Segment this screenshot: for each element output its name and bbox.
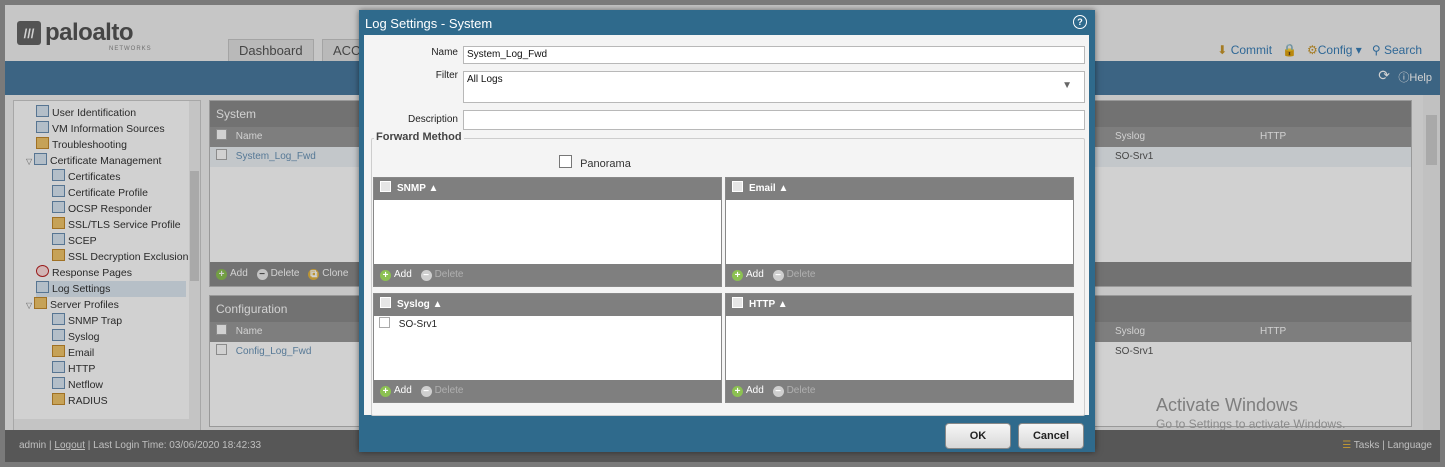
chevron-down-icon[interactable]: ▼ <box>1062 78 1072 94</box>
filter-value: All Logs <box>467 74 503 85</box>
snmp-grid: SNMP ▲ + Add − Delete <box>373 177 722 287</box>
add-button[interactable]: + Add <box>374 385 412 397</box>
delete-icon: − <box>772 270 784 281</box>
delete-icon: − <box>420 386 432 397</box>
delete-button: − Delete <box>767 385 815 397</box>
syslog-grid-toolbar: + Add − Delete <box>374 380 721 402</box>
name-field[interactable]: System_Log_Fwd <box>463 46 1085 64</box>
select-all-checkbox[interactable] <box>732 181 743 192</box>
email-grid: Email ▲ + Add − Delete <box>725 177 1074 287</box>
add-icon: + <box>380 386 391 397</box>
add-icon: + <box>380 270 391 281</box>
add-button[interactable]: + Add <box>726 269 764 281</box>
add-button[interactable]: + Add <box>374 269 412 281</box>
cancel-button[interactable]: Cancel <box>1018 423 1084 449</box>
panorama-checkbox[interactable] <box>559 155 572 168</box>
sort-asc-icon[interactable]: ▲ <box>429 183 439 194</box>
ok-button[interactable]: OK <box>945 423 1011 449</box>
email-grid-header: Email ▲ <box>726 178 1073 200</box>
snmp-grid-toolbar: + Add − Delete <box>374 264 721 286</box>
syslog-grid: Syslog ▲ SO-Srv1 + Add − Delete <box>373 293 722 403</box>
forward-method-legend: Forward Method <box>374 131 464 143</box>
select-all-checkbox[interactable] <box>380 297 391 308</box>
description-label: Description <box>407 114 458 125</box>
row-checkbox[interactable] <box>379 317 390 328</box>
http-grid-header: HTTP ▲ <box>726 294 1073 316</box>
snmp-grid-header: SNMP ▲ <box>374 178 721 200</box>
help-icon[interactable]: ? <box>1073 15 1087 29</box>
http-grid-toolbar: + Add − Delete <box>726 380 1073 402</box>
sort-asc-icon[interactable]: ▲ <box>433 299 443 310</box>
name-label: Name <box>431 47 458 58</box>
add-button[interactable]: + Add <box>726 385 764 397</box>
http-grid: HTTP ▲ + Add − Delete <box>725 293 1074 403</box>
panorama-label: Panorama <box>580 158 631 170</box>
dialog-body: Name System_Log_Fwd Filter All Logs ▼ De… <box>364 35 1089 416</box>
delete-icon: − <box>420 270 432 281</box>
sort-asc-icon[interactable]: ▲ <box>778 183 788 194</box>
panorama-option[interactable]: Panorama <box>559 155 631 170</box>
delete-button: − Delete <box>415 385 463 397</box>
add-icon: + <box>732 386 743 397</box>
sort-asc-icon[interactable]: ▲ <box>778 299 788 310</box>
delete-button: − Delete <box>415 269 463 281</box>
table-row[interactable]: SO-Srv1 <box>374 316 721 334</box>
syslog-server-name: SO-Srv1 <box>398 319 438 330</box>
syslog-grid-header: Syslog ▲ <box>374 294 721 316</box>
select-all-checkbox[interactable] <box>380 181 391 192</box>
select-all-checkbox[interactable] <box>732 297 743 308</box>
email-grid-toolbar: + Add − Delete <box>726 264 1073 286</box>
app-frame: /// paloalto NETWORKS Dashboard ACC ⬇ Co… <box>5 5 1440 462</box>
dialog-title: Log Settings - System <box>365 16 493 31</box>
log-settings-dialog: Log Settings - System ? Name System_Log_… <box>359 10 1095 452</box>
filter-label: Filter <box>435 70 458 81</box>
delete-icon: − <box>772 386 784 397</box>
add-icon: + <box>732 270 743 281</box>
filter-select[interactable]: All Logs ▼ <box>463 71 1085 103</box>
delete-button: − Delete <box>767 269 815 281</box>
description-field[interactable] <box>463 110 1085 130</box>
